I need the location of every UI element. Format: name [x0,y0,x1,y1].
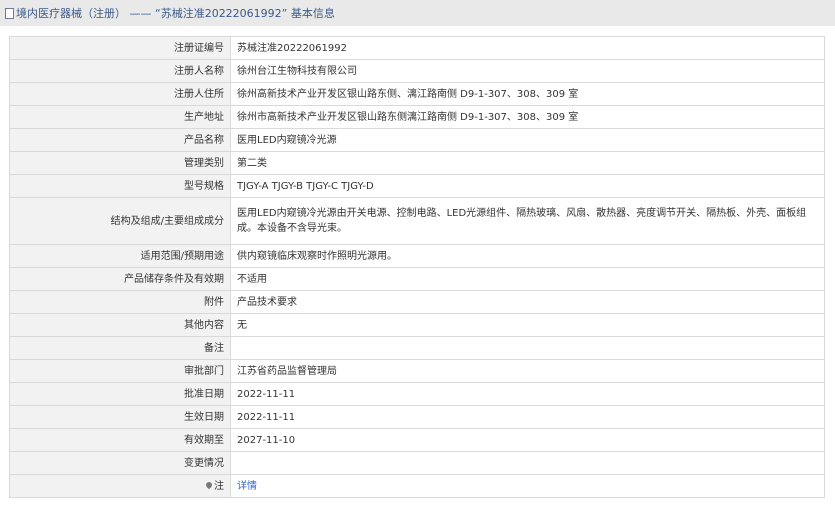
table-row: 生效日期 2022-11-11 [9,405,825,429]
table-row: 结构及组成/主要组成成分 医用LED内窥镜冷光源由开关电源、控制电路、LED光源… [9,197,825,245]
table-row: 批准日期 2022-11-11 [9,382,825,406]
row-value-production-address: 徐州市高新技术产业开发区银山路东侧漓江路南侧 D9-1-307、308、309 … [230,105,825,129]
document-icon [5,7,14,19]
note-label-text: 注 [214,480,224,492]
row-value-changes [230,451,825,475]
row-value-model-spec: TJGY-A TJGY-B TJGY-C TJGY-D [230,174,825,198]
row-label-product-name: 产品名称 [9,128,231,152]
row-label-registration-number: 注册证编号 [9,36,231,60]
row-value-structure: 医用LED内窥镜冷光源由开关电源、控制电路、LED光源组件、隔热玻璃、风扇、散热… [230,197,825,245]
table-row: 变更情况 [9,451,825,475]
row-label-model-spec: 型号规格 [9,174,231,198]
row-value-note: 详情 [230,474,825,498]
row-value-registrant-address: 徐州高新技术产业开发区银山路东侧、漓江路南侧 D9-1-307、308、309 … [230,82,825,106]
table-row: 有效期至 2027-11-10 [9,428,825,452]
row-value-approval-date: 2022-11-11 [230,382,825,406]
row-label-production-address: 生产地址 [9,105,231,129]
info-table: 注册证编号 苏械注准20222061992 注册人名称 徐州台江生物科技有限公司… [9,36,825,498]
row-label-structure: 结构及组成/主要组成成分 [9,197,231,245]
table-row: 备注 [9,336,825,360]
row-label-remarks: 备注 [9,336,231,360]
row-value-effective-date: 2022-11-11 [230,405,825,429]
row-label-changes: 变更情况 [9,451,231,475]
table-row: 适用范围/预期用途 供内窥镜临床观察时作照明光源用。 [9,244,825,268]
row-value-storage: 不适用 [230,267,825,291]
table-row: 注册人住所 徐州高新技术产业开发区银山路东侧、漓江路南侧 D9-1-307、30… [9,82,825,106]
row-label-expiry-date: 有效期至 [9,428,231,452]
page-header: 境内医疗器械（注册） —— “苏械注准20222061992” 基本信息 [0,0,835,26]
row-value-other: 无 [230,313,825,337]
table-row: 注册证编号 苏械注准20222061992 [9,36,825,60]
table-row: 管理类别 第二类 [9,151,825,175]
table-row: 产品名称 医用LED内窥镜冷光源 [9,128,825,152]
row-label-registrant-address: 注册人住所 [9,82,231,106]
row-label-effective-date: 生效日期 [9,405,231,429]
table-row: 生产地址 徐州市高新技术产业开发区银山路东侧漓江路南侧 D9-1-307、308… [9,105,825,129]
row-value-expiry-date: 2027-11-10 [230,428,825,452]
page-title: 境内医疗器械（注册） —— “苏械注准20222061992” 基本信息 [16,7,335,20]
table-row: 产品储存条件及有效期 不适用 [9,267,825,291]
details-link[interactable]: 详情 [237,481,257,492]
row-label-intended-use: 适用范围/预期用途 [9,244,231,268]
row-label-approval-dept: 审批部门 [9,359,231,383]
table-row: 其他内容 无 [9,313,825,337]
row-value-registrant-name: 徐州台江生物科技有限公司 [230,59,825,83]
pin-icon [204,480,214,489]
row-value-intended-use: 供内窥镜临床观察时作照明光源用。 [230,244,825,268]
row-value-management-category: 第二类 [230,151,825,175]
row-value-approval-dept: 江苏省药品监督管理局 [230,359,825,383]
row-value-attachment: 产品技术要求 [230,290,825,314]
row-value-product-name: 医用LED内窥镜冷光源 [230,128,825,152]
row-label-attachment: 附件 [9,290,231,314]
row-label-management-category: 管理类别 [9,151,231,175]
row-label-note: 注 [9,474,231,498]
row-label-storage: 产品储存条件及有效期 [9,267,231,291]
table-row: 审批部门 江苏省药品监督管理局 [9,359,825,383]
table-row: 注 详情 [9,474,825,498]
table-row: 附件 产品技术要求 [9,290,825,314]
table-row: 注册人名称 徐州台江生物科技有限公司 [9,59,825,83]
row-label-approval-date: 批准日期 [9,382,231,406]
row-label-other: 其他内容 [9,313,231,337]
table-row: 型号规格 TJGY-A TJGY-B TJGY-C TJGY-D [9,174,825,198]
row-label-registrant-name: 注册人名称 [9,59,231,83]
row-value-registration-number: 苏械注准20222061992 [230,36,825,60]
row-value-remarks [230,336,825,360]
